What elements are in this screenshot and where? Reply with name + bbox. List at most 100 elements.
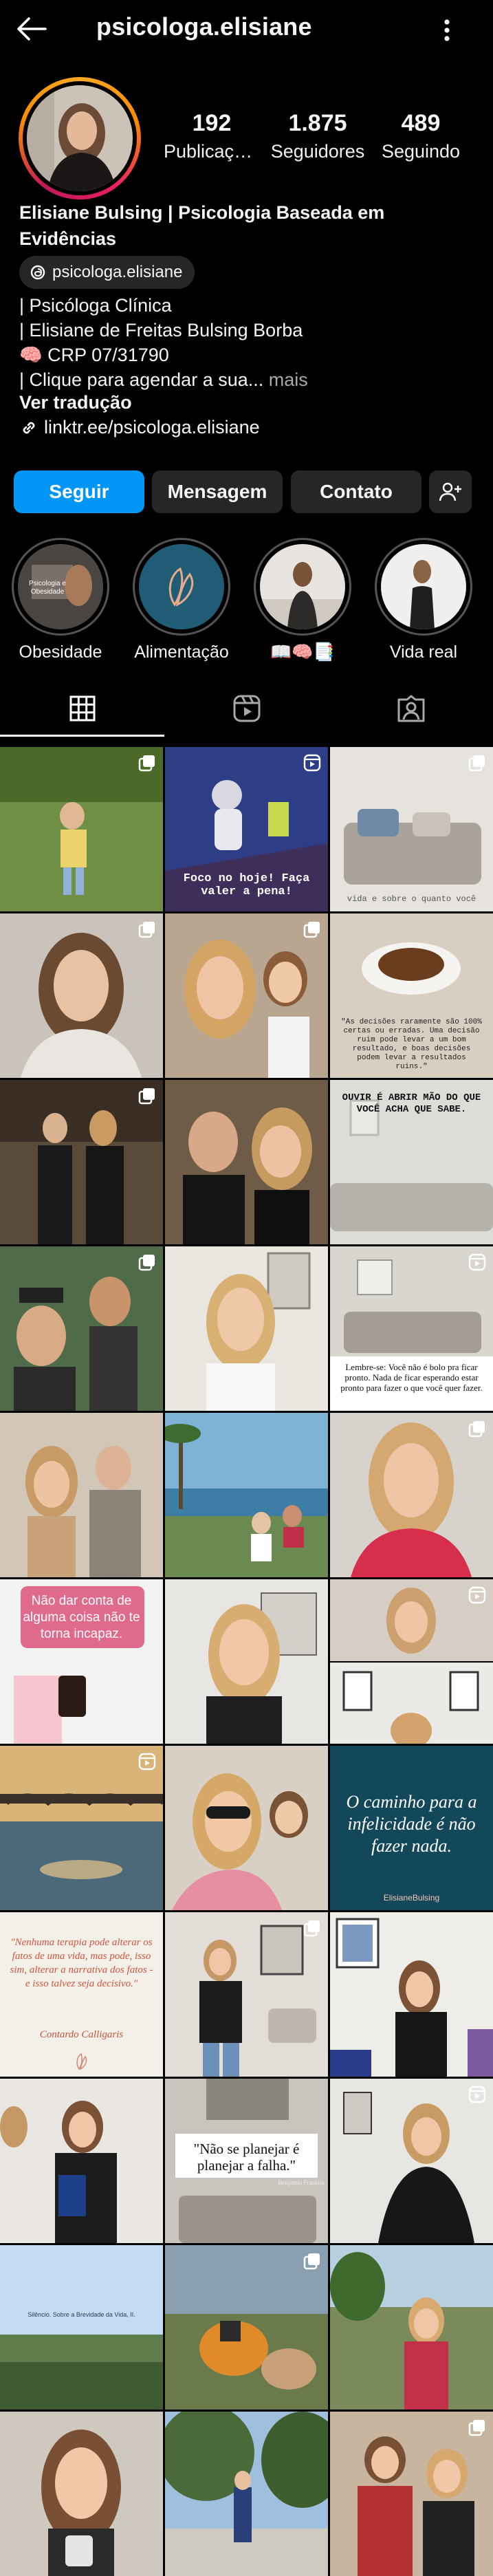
post-tile[interactable]: Lembre-se: Você não é bolo pra ficar pro…: [330, 1246, 493, 1411]
bio-line: 🧠 CRP 07/31790: [19, 345, 169, 365]
highlight-cover: [381, 544, 466, 629]
followers-count-label: Seguidores: [270, 141, 365, 162]
more-options-button[interactable]: [437, 17, 457, 44]
active-tab-indicator: [0, 735, 164, 737]
followers-count[interactable]: 1.875 Seguidores: [270, 110, 366, 162]
post-tile[interactable]: vida e sobre o quanto você: [330, 747, 493, 911]
bio-more-link[interactable]: mais: [269, 369, 308, 390]
post-tile[interactable]: Silêncio. Sobre a Brevidade da Vida, II.: [0, 2245, 163, 2410]
post-tile[interactable]: [0, 1246, 163, 1411]
carousel-icon: [468, 2420, 485, 2436]
highlight-books[interactable]: 📖🧠📑: [251, 538, 354, 662]
post-tile[interactable]: [0, 1413, 163, 1577]
avatar-photo: [27, 85, 133, 191]
reel-icon: [468, 2086, 486, 2103]
post-caption: "Nenhuma terapia pode alterar os fatos d…: [10, 1937, 153, 1989]
more-vertical-icon: [444, 19, 450, 41]
posts-count-value: 192: [192, 110, 232, 136]
post-tile[interactable]: [330, 2412, 493, 2576]
post-tile[interactable]: Foco no hoje! Faça valer a pena!: [165, 747, 328, 911]
post-tile[interactable]: [165, 1246, 328, 1411]
highlight-cover-caption: Psicologia e Obesidade: [29, 580, 66, 596]
suggested-accounts-button[interactable]: [429, 470, 472, 513]
carousel-icon: [303, 2253, 320, 2270]
post-tile[interactable]: [0, 1746, 163, 1910]
reel-icon: [468, 1586, 486, 1604]
carousel-icon: [303, 922, 320, 938]
post-tile[interactable]: [330, 2079, 493, 2243]
post-tile[interactable]: Não dar conta de alguma coisa não te tor…: [0, 1579, 163, 1744]
profile-display-name: Elisiane Bulsing | Psicologia Baseada em…: [19, 202, 385, 249]
post-tile[interactable]: [0, 1080, 163, 1244]
message-button[interactable]: Mensagem: [152, 470, 283, 513]
post-caption: "Não se planejar é planejar a falha.": [193, 2141, 300, 2174]
post-quote-author: Benjamin Franklin: [278, 2179, 325, 2186]
tab-reels[interactable]: [164, 681, 329, 736]
post-tile[interactable]: [165, 913, 328, 1078]
post-tile[interactable]: [165, 1746, 328, 1910]
follow-button[interactable]: Seguir: [14, 470, 144, 513]
top-bar: psicologa.elisiane: [0, 0, 493, 61]
bio-line: | Elisiane de Freitas Bulsing Borba: [19, 320, 303, 340]
carousel-icon: [138, 922, 155, 938]
post-tile[interactable]: [0, 747, 163, 911]
following-count[interactable]: 489 Seguindo: [373, 110, 469, 162]
external-link[interactable]: linktr.ee/psicologa.elisiane: [19, 417, 260, 438]
post-tile[interactable]: [165, 1579, 328, 1744]
highlight-cover: Psicologia e Obesidade: [18, 544, 103, 629]
post-tile[interactable]: [0, 2412, 163, 2576]
tab-tagged[interactable]: [329, 681, 493, 736]
threads-badge[interactable]: psicologa.elisiane: [19, 256, 195, 289]
post-tile[interactable]: "As decisões raramente são 100% certas o…: [330, 913, 493, 1078]
post-tile[interactable]: "Não se planejar é planejar a falha." Be…: [165, 2079, 328, 2243]
post-tile[interactable]: OUVIR É ABRIR MÃO DO QUE VOCÊ ACHA QUE S…: [330, 1080, 493, 1244]
see-translation-link[interactable]: Ver tradução: [19, 392, 132, 413]
post-tile[interactable]: [330, 2245, 493, 2410]
post-tile[interactable]: [165, 1080, 328, 1244]
external-link-text: linktr.ee/psicologa.elisiane: [44, 417, 260, 437]
post-tile[interactable]: [165, 2412, 328, 2576]
post-brand-signature: ElisianeBulsing: [383, 1893, 440, 1903]
profile-tabs: [0, 681, 493, 737]
posts-count-label: Publicações: [164, 141, 260, 162]
post-caption: OUVIR É ABRIR MÃO DO QUE VOCÊ ACHA QUE S…: [342, 1092, 481, 1115]
reel-icon: [303, 754, 321, 772]
tab-posts[interactable]: [0, 681, 164, 736]
threads-handle: psicologa.elisiane: [52, 263, 183, 281]
post-tile[interactable]: "Nenhuma terapia pode alterar os fatos d…: [0, 1912, 163, 2077]
post-tile[interactable]: O caminho para a infelicidade é não faze…: [330, 1746, 493, 1910]
reel-icon: [468, 1253, 486, 1271]
highlight-label: 📖🧠📑: [270, 642, 335, 662]
post-caption: vida e sobre o quanto você: [347, 894, 476, 904]
post-tile[interactable]: [165, 1413, 328, 1577]
avatar-illustration: [27, 85, 133, 191]
highlight-obesidade[interactable]: Psicologia e Obesidade Obesidade: [9, 538, 112, 662]
bio-line: | Psicóloga Clínica: [19, 295, 172, 316]
following-count-label: Seguindo: [381, 141, 461, 162]
profile-avatar[interactable]: [19, 77, 141, 199]
carousel-icon: [138, 1255, 155, 1271]
followers-count-value: 1.875: [288, 110, 347, 136]
post-tile[interactable]: [0, 2079, 163, 2243]
carousel-icon: [468, 1421, 485, 1438]
post-tile[interactable]: [165, 1912, 328, 2077]
highlight-cover: [139, 544, 224, 629]
post-tile[interactable]: [0, 913, 163, 1078]
bio-line-truncated: | Clique para agendar a sua... mais: [19, 367, 473, 392]
profile-username: psicologa.elisiane: [96, 12, 312, 41]
highlight-alimentacao[interactable]: Alimentação: [130, 538, 233, 662]
highlight-cover: [260, 544, 345, 629]
highlight-vida-real[interactable]: Vida real: [372, 538, 475, 662]
post-tile[interactable]: [165, 2245, 328, 2410]
post-caption: Não dar conta de alguma coisa não te tor…: [23, 1594, 140, 1641]
reels-icon: [233, 695, 260, 722]
post-caption: Foco no hoje! Faça valer a pena!: [183, 872, 310, 898]
contact-button[interactable]: Contato: [291, 470, 421, 513]
post-tile[interactable]: [330, 1579, 493, 1744]
post-tile[interactable]: [330, 1413, 493, 1577]
arrow-left-icon: [17, 17, 47, 41]
post-tile[interactable]: [330, 1912, 493, 2077]
back-button[interactable]: [15, 14, 52, 44]
carousel-icon: [468, 755, 485, 772]
posts-count[interactable]: 192 Publicações: [164, 110, 260, 162]
